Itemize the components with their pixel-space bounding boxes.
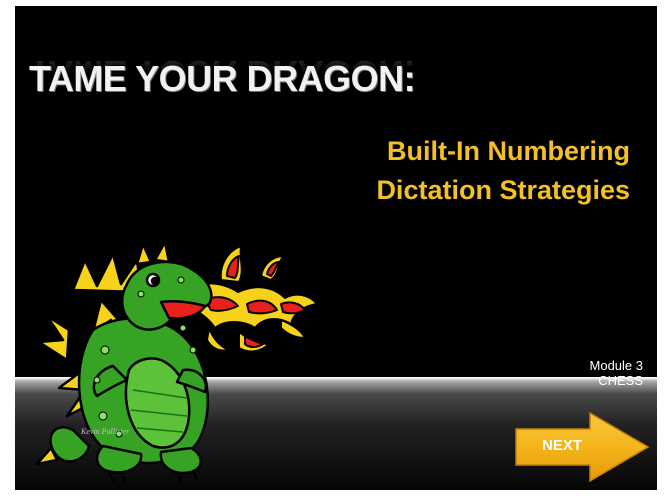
svg-text:Kevin Pallister: Kevin Pallister bbox=[80, 427, 130, 436]
dragon-body bbox=[35, 240, 213, 485]
slide: TAME YOUR DRAGON: TAME YOUR DRAGON: Buil… bbox=[15, 6, 657, 490]
module-label: Module 3 CHESS bbox=[590, 358, 643, 388]
artist-signature: Kevin Pallister bbox=[80, 427, 130, 436]
subtitle-line-1: Built-In Numbering bbox=[387, 136, 630, 166]
dragon-icon: Kevin Pallister bbox=[35, 240, 318, 485]
slide-subtitle: Built-In Numbering Dictation Strategies bbox=[376, 132, 630, 210]
module-number: Module 3 bbox=[589, 358, 643, 373]
slide-title-reflection: TAME YOUR DRAGON: bbox=[29, 53, 416, 94]
module-name: CHESS bbox=[598, 373, 643, 388]
subtitle-line-2: Dictation Strategies bbox=[376, 175, 630, 205]
next-label: NEXT bbox=[541, 437, 582, 454]
next-button[interactable]: NEXT bbox=[512, 409, 652, 484]
